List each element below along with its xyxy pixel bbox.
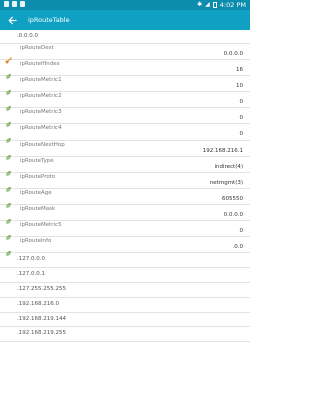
- route-entry[interactable]: .192.168.216.0: [0, 298, 250, 313]
- attribute-value: 0.0.0.0: [223, 51, 243, 57]
- route-entry-label: .192.168.216.0: [17, 300, 59, 307]
- route-entry[interactable]: .127.255.255.255: [0, 283, 250, 298]
- app-bar-title: ipRouteTable: [28, 16, 70, 24]
- attribute-row[interactable]: ipRouteMetric5 0: [0, 221, 250, 241]
- attribute-value: 0: [239, 115, 244, 122]
- back-arrow-icon[interactable]: [2, 10, 22, 30]
- leaf-icon: [5, 113, 12, 128]
- leaf-icon: [5, 194, 12, 208]
- notification-icon: [20, 1, 25, 7]
- attribute-row[interactable]: ipRouteIfIndex 16: [0, 60, 250, 80]
- route-entry-label: .0.0.0.0: [17, 33, 38, 39]
- bluetooth-icon: ✱: [197, 1, 203, 8]
- leaf-icon: [5, 162, 12, 176]
- attribute-value: 10: [236, 83, 243, 90]
- attribute-name: ipRouteAge: [20, 189, 52, 196]
- attribute-name: ipRouteDest: [20, 45, 54, 51]
- route-attributes: ipRouteDest 0.0.0.0 ipRouteIfIndex 16 ipRout…: [0, 44, 250, 257]
- leaf-icon: [5, 226, 12, 241]
- attribute-value: indirect(4): [214, 163, 243, 170]
- leaf-icon: [5, 97, 12, 112]
- route-entry-label: .127.0.0.1: [17, 271, 45, 278]
- attribute-name: ipRouteProto: [20, 173, 56, 180]
- attribute-value: 0.0.0.0: [223, 211, 243, 218]
- attribute-row[interactable]: ipRouteMetric4 0: [0, 124, 250, 144]
- attribute-value: 0: [239, 228, 244, 235]
- route-list: .0.0.0.0 ipRouteDest 0.0.0.0 ipRouteIfInde…: [0, 30, 250, 343]
- attribute-name: ipRouteType: [20, 157, 54, 164]
- attribute-name: ipRouteNextHop: [20, 141, 65, 148]
- attribute-row[interactable]: ipRouteInfo .0.0: [0, 237, 250, 257]
- attribute-name: ipRouteMetric1: [20, 77, 62, 84]
- attribute-row[interactable]: ipRouteMetric1 10: [0, 76, 250, 96]
- attribute-row[interactable]: ipRouteMetric2 0: [0, 92, 250, 112]
- attribute-value: 0: [239, 99, 244, 106]
- clock: 4:02 PM: [219, 1, 246, 9]
- attribute-name: ipRouteInfo: [20, 238, 52, 245]
- leaf-icon: [5, 146, 12, 160]
- attribute-value: 16: [236, 67, 243, 74]
- leaf-icon: [5, 65, 12, 80]
- attribute-value: 0: [239, 131, 244, 138]
- route-entry-label: .127.0.0.0: [17, 256, 45, 263]
- key-icon: [5, 49, 12, 64]
- route-entry-label: .192.168.219.255: [17, 330, 66, 337]
- route-entry-label: .127.255.255.255: [17, 285, 66, 292]
- route-entry[interactable]: .127.0.0.0: [0, 253, 250, 269]
- route-entry[interactable]: .192.168.219.255: [0, 327, 250, 343]
- attribute-row[interactable]: ipRouteDest 0.0.0.0: [0, 44, 250, 64]
- attribute-name: ipRouteIfIndex: [20, 61, 60, 68]
- attribute-name: ipRouteMask: [20, 205, 56, 212]
- route-entry-header[interactable]: .0.0.0.0: [0, 30, 250, 44]
- attribute-value: netmgmt(3): [209, 179, 243, 186]
- notification-icon: [4, 1, 9, 7]
- leaf-icon: [5, 81, 12, 96]
- attribute-name: ipRouteMetric4: [20, 125, 62, 132]
- battery-icon: [212, 2, 217, 8]
- attribute-name: ipRouteMetric3: [20, 109, 62, 116]
- status-bar: ✱ ◢ 4:02 PM: [0, 0, 250, 10]
- attribute-name: ipRouteMetric2: [20, 93, 62, 100]
- leaf-icon: [5, 178, 12, 192]
- attribute-row[interactable]: ipRouteAge 605550: [0, 189, 250, 208]
- attribute-row[interactable]: ipRouteType indirect(4): [0, 157, 250, 176]
- attribute-name: ipRouteMetric5: [20, 222, 62, 229]
- route-entry[interactable]: .127.0.0.1: [0, 268, 250, 283]
- route-entry[interactable]: .192.168.219.144: [0, 313, 250, 328]
- attribute-row[interactable]: ipRouteNextHop 192.168.216.1: [0, 141, 250, 160]
- attribute-row[interactable]: ipRouteProto netmgmt(3): [0, 173, 250, 192]
- route-entry-label: .192.168.219.144: [17, 315, 66, 322]
- leaf-icon: [5, 129, 12, 144]
- notification-icon: [12, 1, 17, 7]
- attribute-value: 192.168.216.1: [202, 147, 243, 154]
- attribute-row[interactable]: ipRouteMask 0.0.0.0: [0, 205, 250, 225]
- notification-icons: [4, 1, 25, 7]
- signal-icon: ◢: [205, 1, 210, 8]
- attribute-row[interactable]: ipRouteMetric3 0: [0, 108, 250, 128]
- status-indicators: ✱ ◢ 4:02 PM: [197, 0, 246, 10]
- attribute-value: 605550: [222, 195, 243, 202]
- attribute-value: .0.0: [232, 244, 244, 251]
- app-bar: ipRouteTable: [0, 10, 250, 30]
- leaf-icon: [5, 210, 12, 225]
- leaf-icon: [5, 242, 12, 257]
- route-entries: .127.0.0.0 .127.0.0.1 .127.255.255.255 .192…: [0, 253, 250, 343]
